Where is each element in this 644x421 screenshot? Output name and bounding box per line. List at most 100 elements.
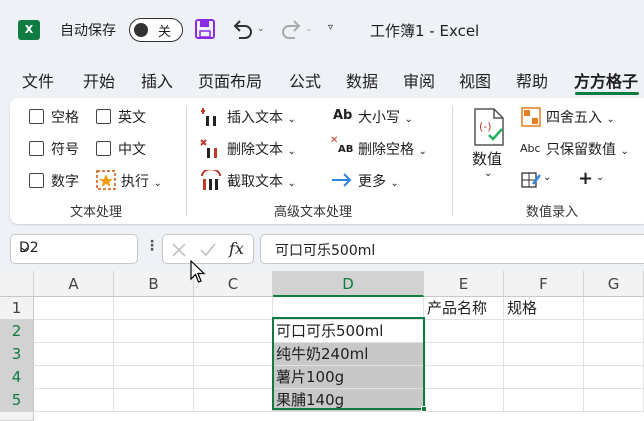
execute-icon[interactable] <box>96 170 116 190</box>
plus-icon[interactable]: + <box>578 168 593 189</box>
column-header-d[interactable]: D <box>273 271 424 297</box>
formula-input[interactable]: 可口可乐500ml <box>260 234 644 264</box>
undo-dropdown-icon[interactable]: ⌄ <box>257 24 265 34</box>
chevron-down-icon[interactable]: ⌄ <box>19 240 131 255</box>
tab-view[interactable]: 视图 <box>459 68 491 92</box>
cell-e1[interactable]: 产品名称 <box>424 297 504 320</box>
case-button[interactable]: 大小写 ⌄ <box>358 107 413 127</box>
cell[interactable] <box>114 343 194 366</box>
cell[interactable] <box>114 297 194 320</box>
redo-icon[interactable] <box>278 18 304 40</box>
cell[interactable] <box>114 389 194 412</box>
keep-values-label: 只保留数值 <box>546 142 616 158</box>
fill-handle[interactable] <box>421 406 427 412</box>
row-header-4[interactable]: 4 <box>0 366 34 389</box>
tab-help[interactable]: 帮助 <box>516 68 548 92</box>
checkbox-symbol[interactable] <box>29 141 44 156</box>
cell[interactable] <box>194 366 273 389</box>
number-icon: (-) <box>474 108 504 146</box>
edit-grid-dropdown-icon[interactable]: ⌄ <box>543 172 551 183</box>
delete-text-button[interactable]: 删除文本 ⌄ <box>227 139 296 159</box>
remove-space-button[interactable]: 删除空格 ⌄ <box>358 139 427 159</box>
document-title: 工作簿1 - Excel <box>370 22 480 40</box>
cell[interactable] <box>584 389 644 412</box>
cell[interactable] <box>114 320 194 343</box>
customize-quick-access-icon[interactable]: ▿ <box>328 22 333 33</box>
row-header-5[interactable]: 5 <box>0 389 34 412</box>
cell[interactable] <box>504 343 584 366</box>
row-header-3[interactable]: 3 <box>0 343 34 366</box>
keep-values-button[interactable]: 只保留数值 ⌄ <box>546 139 629 159</box>
extract-text-button[interactable]: 截取文本 ⌄ <box>227 171 296 191</box>
insert-function-button[interactable]: fx <box>229 239 244 258</box>
row-header-6[interactable] <box>0 412 34 421</box>
cell[interactable] <box>114 366 194 389</box>
column-header-b[interactable]: B <box>114 271 194 297</box>
select-all-corner[interactable] <box>0 271 34 297</box>
checkbox-number[interactable] <box>29 173 44 188</box>
cell[interactable] <box>194 343 273 366</box>
tab-home[interactable]: 开始 <box>83 68 115 92</box>
number-button[interactable]: 数值 <box>472 148 502 169</box>
row-header-1[interactable]: 1 <box>0 297 34 320</box>
insert-text-button[interactable]: 插入文本 ⌄ <box>227 107 296 127</box>
checkbox-english[interactable] <box>96 109 111 124</box>
save-icon[interactable] <box>194 18 216 40</box>
cell-d3[interactable]: 纯牛奶240ml <box>273 343 424 366</box>
plus-dropdown-icon[interactable]: ⌄ <box>596 172 604 183</box>
cell[interactable] <box>584 366 644 389</box>
cell[interactable] <box>194 320 273 343</box>
cell-d5[interactable]: 果脯140g <box>273 389 424 412</box>
cell[interactable] <box>34 320 114 343</box>
more-button[interactable]: 更多 ⌄ <box>358 171 399 191</box>
extract-text-label: 截取文本 <box>227 174 283 190</box>
cancel-icon[interactable] <box>171 242 187 258</box>
name-box[interactable]: D2 ⌄ <box>10 234 138 264</box>
tab-file[interactable]: 文件 <box>22 68 54 92</box>
chevron-down-icon: ⌄ <box>287 178 296 189</box>
cell-d2[interactable]: 可口可乐500ml <box>273 320 424 343</box>
column-header-f[interactable]: F <box>504 271 584 297</box>
cell[interactable] <box>34 343 114 366</box>
number-dropdown-icon[interactable]: ⌄ <box>484 168 492 179</box>
confirm-icon[interactable] <box>199 242 217 258</box>
cell[interactable] <box>584 343 644 366</box>
cell[interactable] <box>504 389 584 412</box>
cell[interactable] <box>504 366 584 389</box>
cell-f1[interactable]: 规格 <box>504 297 584 320</box>
tab-insert[interactable]: 插入 <box>141 68 173 92</box>
cell[interactable] <box>424 343 504 366</box>
checkbox-space[interactable] <box>29 109 44 124</box>
undo-icon[interactable] <box>230 18 256 40</box>
edit-grid-icon[interactable] <box>521 170 541 190</box>
column-header-e[interactable]: E <box>424 271 504 297</box>
tab-data[interactable]: 数据 <box>346 68 378 92</box>
execute-button[interactable]: 执行 ⌄ <box>121 171 162 191</box>
autosave-toggle[interactable]: 关 <box>129 18 183 42</box>
round-button[interactable]: 四舍五入 ⌄ <box>546 107 615 127</box>
checkbox-chinese[interactable] <box>96 141 111 156</box>
cell[interactable] <box>424 320 504 343</box>
cell[interactable] <box>194 389 273 412</box>
cell[interactable] <box>424 389 504 412</box>
cell[interactable] <box>34 389 114 412</box>
tab-page-layout[interactable]: 页面布局 <box>198 68 262 92</box>
cell[interactable] <box>34 297 114 320</box>
tab-formulas[interactable]: 公式 <box>289 68 321 92</box>
redo-dropdown-icon[interactable]: ⌄ <box>305 24 313 34</box>
cell[interactable] <box>34 366 114 389</box>
tab-review[interactable]: 审阅 <box>403 68 435 92</box>
column-header-a[interactable]: A <box>34 271 114 297</box>
cell[interactable] <box>194 297 273 320</box>
arrow-right-icon <box>332 173 352 187</box>
column-header-g[interactable]: G <box>584 271 644 297</box>
tab-fangfanggezi[interactable]: 方方格子 <box>574 68 638 92</box>
cell[interactable] <box>273 297 424 320</box>
cell[interactable] <box>584 297 644 320</box>
cell-d4[interactable]: 薯片100g <box>273 366 424 389</box>
cell[interactable] <box>584 320 644 343</box>
row-header-2[interactable]: 2 <box>0 320 34 343</box>
cell[interactable] <box>424 366 504 389</box>
more-options-icon[interactable]: ⋮ <box>145 238 159 254</box>
cell[interactable] <box>504 320 584 343</box>
